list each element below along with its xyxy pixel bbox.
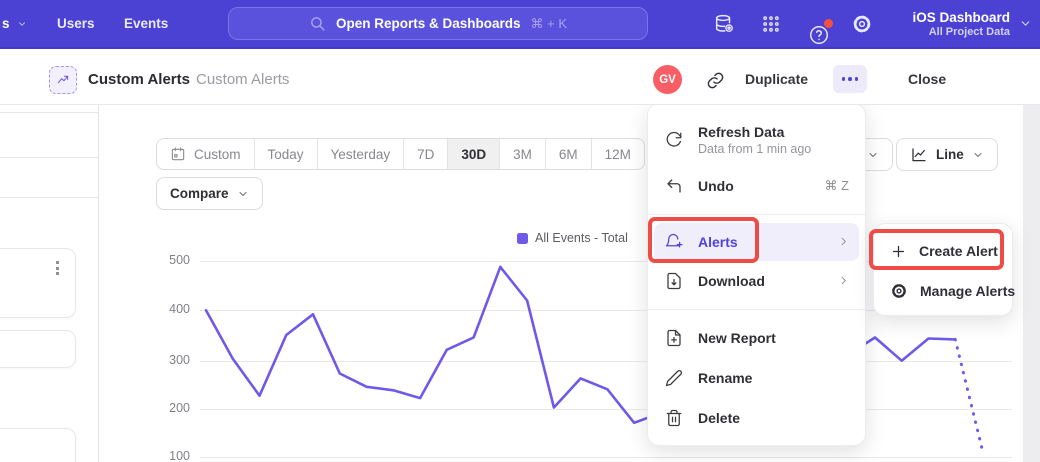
menu-item-label: Alerts xyxy=(698,234,824,250)
menu-item-refresh-data[interactable]: Refresh Data Data from 1 min ago xyxy=(648,114,865,166)
menu-item-label: Refresh Data xyxy=(698,124,849,140)
legend-swatch xyxy=(517,233,528,244)
top-navbar: s Users Events Open Reports & Dashboards… xyxy=(0,0,1040,49)
compare-button[interactable]: Compare xyxy=(156,177,263,210)
line-chart-icon xyxy=(910,146,928,164)
submenu-item-label: Create Alert xyxy=(919,243,998,259)
range-12m[interactable]: 12M xyxy=(591,139,644,169)
chart-type-button[interactable]: Line xyxy=(896,138,998,171)
menu-item-undo[interactable]: Undo ⌘ Z xyxy=(648,166,865,206)
alerts-submenu: Create Alert Manage Alerts xyxy=(873,223,1013,316)
copy-link-icon[interactable] xyxy=(702,67,728,93)
left-sidebar xyxy=(0,105,99,462)
bell-plus-icon xyxy=(664,232,684,252)
chevron-right-icon xyxy=(838,274,849,289)
search-icon xyxy=(309,15,326,32)
nav-item-events[interactable]: Events xyxy=(124,0,168,47)
gridline-300 xyxy=(200,361,1012,362)
breadcrumb: Custom Alerts xyxy=(196,71,289,88)
menu-item-download[interactable]: Download xyxy=(648,261,865,301)
search-input[interactable]: Open Reports & Dashboards ⌘ + K xyxy=(228,7,648,40)
chevron-right-icon xyxy=(838,235,849,250)
submenu-item-label: Manage Alerts xyxy=(920,283,1015,299)
duplicate-button[interactable]: Duplicate xyxy=(745,71,808,87)
date-range-control: Custom Today Yesterday 7D 30D 3M 6M 12M xyxy=(156,138,645,170)
legend-label: All Events - Total xyxy=(535,231,628,245)
project-name: iOS Dashboard xyxy=(912,10,1010,25)
chevron-down-icon xyxy=(867,149,879,161)
menu-item-alerts[interactable]: Alerts xyxy=(654,223,859,261)
menu-item-subtext: Data from 1 min ago xyxy=(698,142,849,156)
menu-item-new-report[interactable]: New Report xyxy=(648,318,865,358)
menu-divider xyxy=(648,214,865,215)
page-gutter xyxy=(1023,105,1040,462)
range-yesterday[interactable]: Yesterday xyxy=(317,139,404,169)
refresh-icon xyxy=(664,130,684,150)
close-button[interactable]: Close xyxy=(908,71,946,87)
shortcut-label: ⌘ Z xyxy=(824,178,849,194)
menu-divider xyxy=(648,309,865,310)
range-3m[interactable]: 3M xyxy=(499,139,545,169)
search-placeholder: Open Reports & Dashboards xyxy=(336,16,521,31)
y-axis-tick: 500 xyxy=(148,253,190,267)
range-6m[interactable]: 6M xyxy=(545,139,591,169)
y-axis-tick: 400 xyxy=(148,302,190,316)
plus-icon xyxy=(890,241,907,261)
chevron-down-icon[interactable] xyxy=(1019,17,1032,35)
report-card[interactable] xyxy=(0,248,76,318)
undo-icon xyxy=(664,176,684,196)
gridline-200 xyxy=(200,409,1012,410)
sidebar-divider xyxy=(0,112,98,113)
project-scope: All Project Data xyxy=(929,26,1010,38)
report-type-icon xyxy=(49,66,77,94)
trash-icon xyxy=(664,408,684,428)
report-card[interactable] xyxy=(0,428,76,462)
pencil-icon xyxy=(664,368,684,388)
more-options-button[interactable] xyxy=(833,65,867,93)
range-30d-selected[interactable]: 30D xyxy=(447,139,499,169)
submenu-item-manage-alerts[interactable]: Manage Alerts xyxy=(874,271,1012,311)
sidebar-divider xyxy=(0,197,98,198)
menu-item-rename[interactable]: Rename xyxy=(648,358,865,398)
range-custom[interactable]: Custom xyxy=(157,139,254,169)
data-management-icon[interactable] xyxy=(711,11,736,36)
sidebar-divider xyxy=(0,157,98,158)
menu-item-label: Rename xyxy=(698,370,849,386)
legend-item[interactable]: All Events - Total xyxy=(517,231,628,245)
new-report-icon xyxy=(664,328,684,348)
search-shortcut: ⌘ + K xyxy=(531,16,568,32)
project-selector[interactable]: iOS Dashboard All Project Data xyxy=(912,0,1010,47)
download-file-icon xyxy=(664,271,684,291)
help-icon[interactable] xyxy=(806,22,831,47)
gridline-100 xyxy=(200,457,1012,458)
chevron-down-icon xyxy=(972,149,984,161)
y-axis-tick: 100 xyxy=(148,449,190,462)
avatar[interactable]: GV xyxy=(653,65,682,94)
page-title: Custom Alerts xyxy=(88,71,190,88)
calendar-icon xyxy=(170,146,186,162)
submenu-item-create-alert[interactable]: Create Alert xyxy=(874,231,1012,271)
settings-gear-icon[interactable] xyxy=(849,11,874,36)
menu-item-label: New Report xyxy=(698,330,849,346)
menu-item-delete[interactable]: Delete xyxy=(648,398,865,438)
menu-item-label: Download xyxy=(698,273,824,289)
nav-item-boards-fragment[interactable]: s xyxy=(2,0,27,47)
gear-icon xyxy=(890,281,908,301)
card-kebab-menu-icon[interactable] xyxy=(56,261,59,275)
range-today[interactable]: Today xyxy=(254,139,317,169)
nav-item-users[interactable]: Users xyxy=(57,0,95,47)
chevron-down-icon xyxy=(17,19,27,29)
chevron-down-icon xyxy=(237,188,249,200)
range-7d[interactable]: 7D xyxy=(403,139,447,169)
context-menu: Refresh Data Data from 1 min ago Undo ⌘ … xyxy=(647,103,866,446)
notification-dot xyxy=(824,19,833,28)
y-axis-tick: 300 xyxy=(148,353,190,367)
app-window: 500 400 300 200 100 All Events - Total C… xyxy=(0,0,1040,462)
menu-item-label: Undo xyxy=(698,178,810,194)
apps-grid-icon[interactable] xyxy=(758,11,783,36)
menu-item-label: Delete xyxy=(698,410,849,426)
report-card[interactable] xyxy=(0,330,76,368)
y-axis-tick: 200 xyxy=(148,401,190,415)
